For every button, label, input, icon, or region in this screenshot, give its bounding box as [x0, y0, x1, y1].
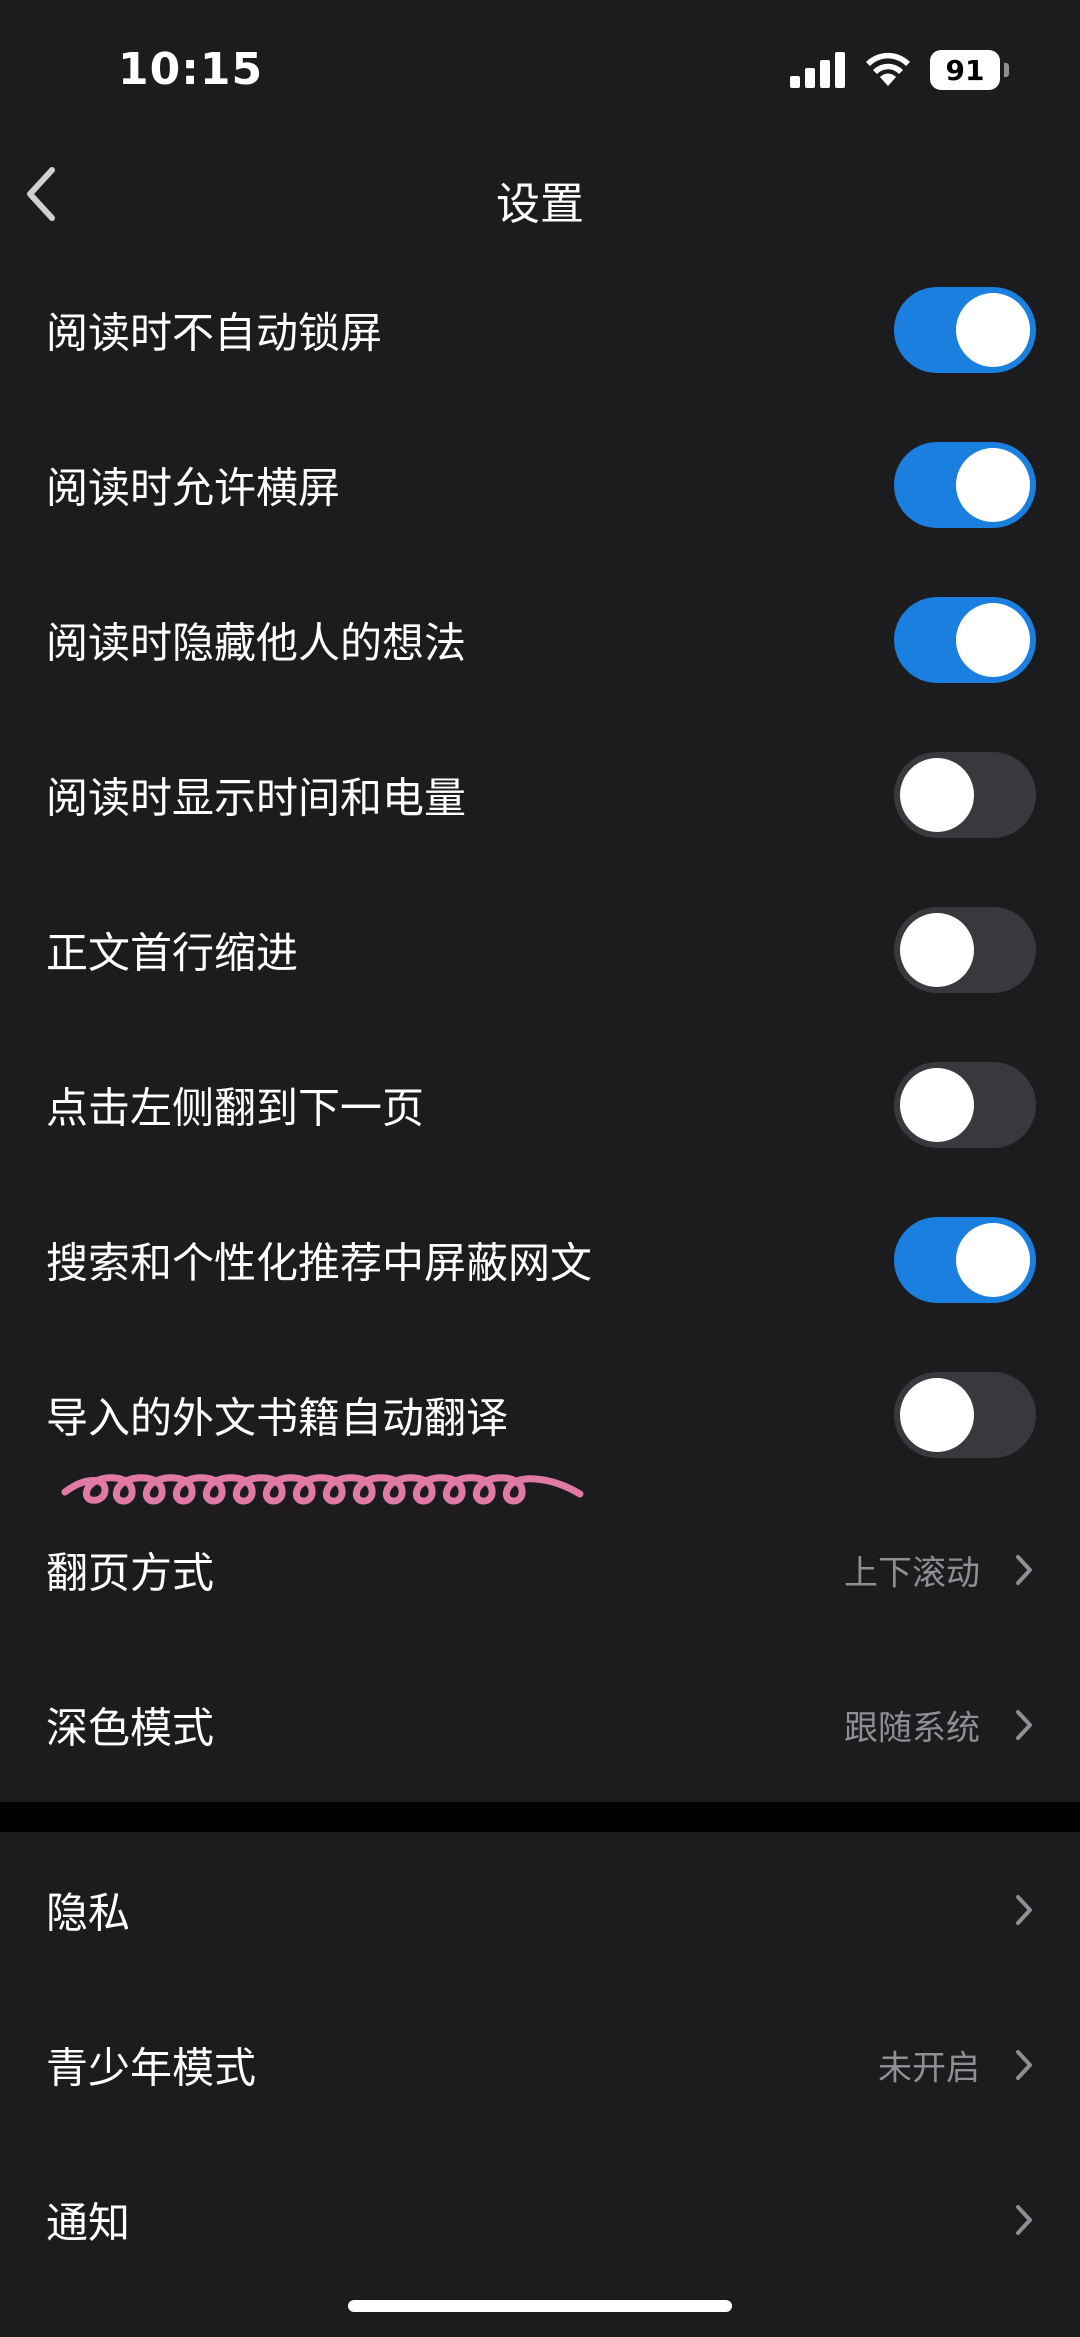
setting-row-block-web-novels: 搜索和个性化推荐中屏蔽网文 — [0, 1182, 1080, 1337]
setting-row-show-time-battery: 阅读时显示时间和电量 — [0, 717, 1080, 872]
nav-bar: 设置 — [0, 140, 1080, 250]
toggle-knob — [956, 447, 1030, 522]
setting-row-tap-left-next-page: 点击左侧翻到下一页 — [0, 1027, 1080, 1182]
settings-list-secondary: 隐私 青少年模式 未开启 通知 — [0, 1832, 1080, 2297]
toggle-knob — [900, 1377, 974, 1452]
pink-squiggle-decoration — [61, 1474, 584, 1505]
settings-list: 阅读时不自动锁屏 阅读时允许横屏 阅读时隐藏他人的想法 阅读时显示时间和电量 正… — [0, 252, 1080, 1802]
setting-value: 未开启 — [878, 2048, 980, 2088]
setting-row-notifications[interactable]: 通知 — [0, 2142, 1080, 2297]
toggle-knob — [956, 292, 1030, 367]
setting-label: 导入的外文书籍自动翻译 — [46, 1393, 509, 1442]
setting-row-dark-mode[interactable]: 深色模式 跟随系统 — [0, 1647, 1080, 1802]
toggle-switch[interactable] — [894, 1371, 1036, 1458]
setting-value: 上下滚动 — [844, 1553, 980, 1593]
setting-label: 翻页方式 — [46, 1548, 215, 1597]
setting-value: 跟随系统 — [844, 1708, 980, 1748]
setting-label: 搜索和个性化推荐中屏蔽网文 — [46, 1238, 593, 1287]
setting-row-first-line-indent: 正文首行缩进 — [0, 872, 1080, 1027]
toggle-switch[interactable] — [894, 1216, 1036, 1303]
chevron-right-icon — [1016, 2049, 1032, 2080]
chevron-right-icon — [1016, 1894, 1032, 1925]
battery-icon: 91 — [930, 50, 1010, 90]
setting-label: 阅读时允许横屏 — [46, 463, 341, 512]
setting-row-allow-landscape: 阅读时允许横屏 — [0, 407, 1080, 562]
setting-label: 深色模式 — [46, 1703, 215, 1752]
toggle-switch[interactable] — [894, 441, 1036, 528]
setting-row-no-auto-lock: 阅读时不自动锁屏 — [0, 252, 1080, 407]
toggle-switch[interactable] — [894, 1061, 1036, 1148]
setting-label: 隐私 — [46, 1888, 131, 1937]
toggle-knob — [956, 1222, 1030, 1297]
toggle-switch[interactable] — [894, 906, 1036, 993]
setting-row-privacy[interactable]: 隐私 — [0, 1832, 1080, 1987]
wifi-icon — [866, 52, 910, 86]
toggle-knob — [900, 757, 974, 832]
toggle-switch[interactable] — [894, 751, 1036, 838]
status-bar: 10:15 91 — [0, 0, 1080, 140]
chevron-right-icon — [1016, 1709, 1032, 1740]
setting-row-hide-others-thoughts: 阅读时隐藏他人的想法 — [0, 562, 1080, 717]
setting-label: 阅读时显示时间和电量 — [46, 773, 467, 822]
toggle-switch[interactable] — [894, 596, 1036, 683]
setting-row-teen-mode[interactable]: 青少年模式 未开启 — [0, 1987, 1080, 2142]
toggle-knob — [900, 912, 974, 987]
battery-level: 91 — [930, 50, 1000, 90]
section-separator — [0, 1802, 1080, 1832]
home-indicator[interactable] — [348, 2300, 732, 2312]
page-title: 设置 — [496, 179, 584, 230]
setting-label: 阅读时隐藏他人的想法 — [46, 618, 467, 667]
chevron-right-icon — [1016, 2204, 1032, 2235]
toggle-knob — [900, 1067, 974, 1142]
chevron-right-icon — [1016, 1554, 1032, 1585]
setting-label: 阅读时不自动锁屏 — [46, 308, 383, 357]
cellular-signal-icon — [790, 52, 845, 88]
setting-label: 通知 — [46, 2198, 131, 2247]
setting-label: 点击左侧翻到下一页 — [46, 1083, 425, 1132]
toggle-switch[interactable] — [894, 286, 1036, 373]
setting-label: 青少年模式 — [46, 2043, 257, 2092]
setting-label: 正文首行缩进 — [46, 928, 299, 977]
toggle-knob — [956, 602, 1030, 677]
status-time: 10:15 — [118, 44, 264, 95]
